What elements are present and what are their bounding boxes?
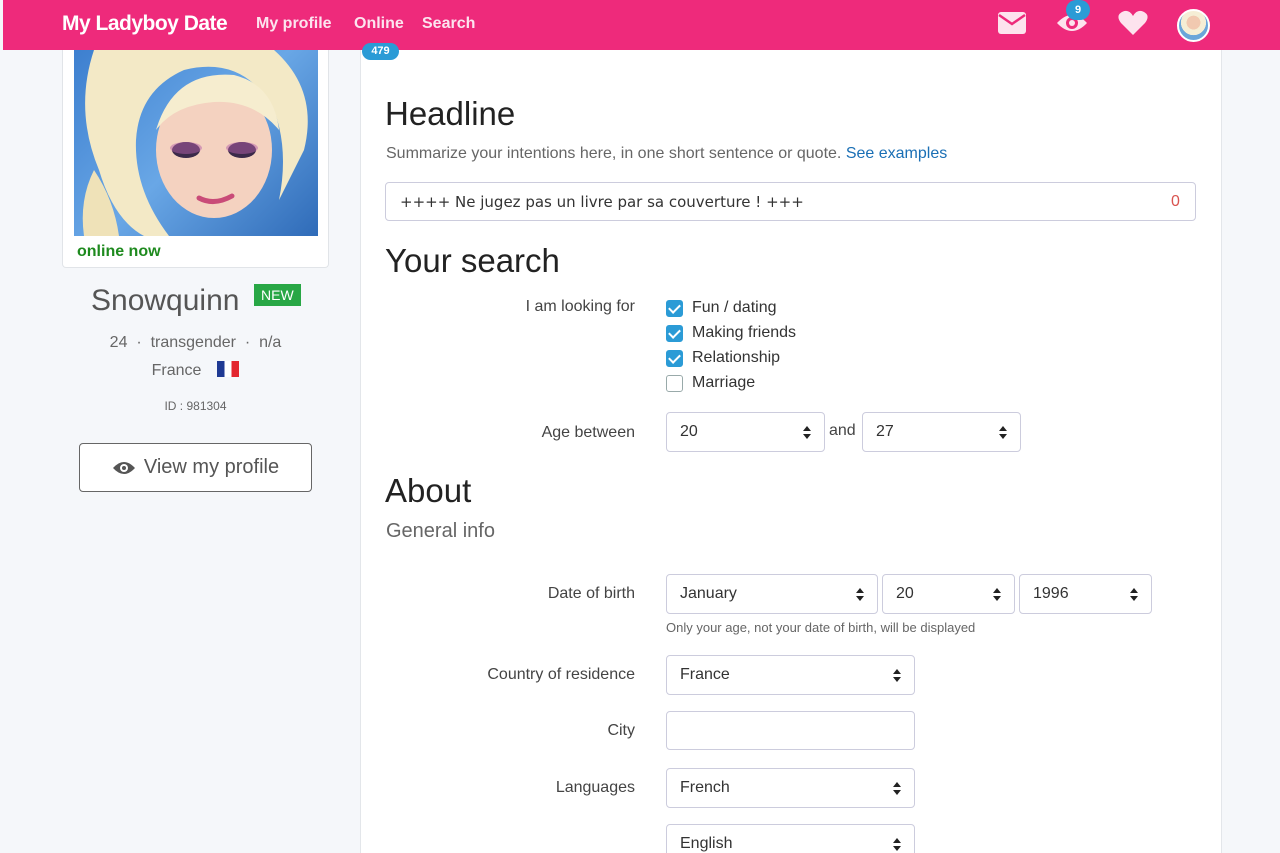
dob-help-text: Only your age, not your date of birth, w…	[666, 620, 976, 635]
see-examples-link[interactable]: See examples	[846, 145, 947, 162]
nav-my-profile[interactable]: My profile	[256, 15, 332, 33]
languages-label: Languages	[555, 779, 635, 796]
about-heading: About	[385, 472, 472, 509]
country-label: Country of residence	[487, 666, 635, 683]
checkbox-label: Fun / dating	[692, 299, 777, 316]
your-search-heading: Your search	[385, 242, 560, 279]
checkbox-marriage[interactable]: Marriage	[666, 374, 755, 392]
checkbox-checked-icon[interactable]	[666, 349, 683, 367]
checkbox-making-friends[interactable]: Making friends	[666, 324, 796, 342]
general-info-heading: General info	[386, 520, 495, 542]
checkbox-label: Relationship	[692, 349, 781, 366]
view-my-profile-button[interactable]: View my profile	[79, 443, 312, 492]
envelope-icon[interactable]	[998, 12, 1026, 34]
language-select-2[interactable]: English	[666, 824, 915, 853]
age-between-label: Age between	[541, 424, 635, 441]
dob-month-select[interactable]: January	[666, 574, 878, 614]
headline-input[interactable]: ++++ Ne jugez pas un livre par sa couver…	[385, 182, 1196, 221]
profile-photo[interactable]	[74, 50, 318, 236]
online-count-badge: 479	[362, 43, 399, 60]
checkbox-checked-icon[interactable]	[666, 324, 683, 342]
profile-country: France	[62, 361, 329, 380]
dob-year-select[interactable]: 1996	[1019, 574, 1152, 614]
online-status: online now	[77, 243, 161, 260]
checkbox-label: Making friends	[692, 324, 797, 341]
views-count-badge: 9	[1066, 0, 1090, 20]
nav-search[interactable]: Search	[422, 15, 475, 33]
user-avatar[interactable]	[1177, 9, 1210, 42]
checkbox-unchecked-icon[interactable]	[666, 374, 683, 392]
city-label: City	[607, 722, 635, 739]
username: Snowquinn	[91, 284, 240, 317]
profile-id: ID : 981304	[164, 399, 227, 413]
country-name: France	[151, 362, 202, 379]
eye-icon	[112, 461, 135, 474]
nav-online[interactable]: Online	[354, 15, 404, 33]
brand-logo[interactable]: My Ladyboy Date	[62, 12, 228, 36]
age-min-select[interactable]: 20	[666, 412, 825, 452]
language-select-1[interactable]: French	[666, 768, 915, 808]
dob-day-select[interactable]: 20	[882, 574, 1015, 614]
country-select[interactable]: France	[666, 655, 915, 695]
city-input[interactable]	[666, 711, 915, 750]
view-my-profile-label: View my profile	[143, 456, 280, 478]
new-badge: NEW	[254, 284, 301, 306]
profile-stats: 24 · transgender · n/a	[109, 334, 282, 351]
date-of-birth-label: Date of birth	[547, 585, 635, 602]
headline-heading: Headline	[385, 95, 516, 132]
headline-help: Summarize your intentions here, in one s…	[386, 145, 947, 163]
looking-for-label: I am looking for	[525, 298, 635, 315]
headline-help-text: Summarize your intentions here, in one s…	[386, 145, 842, 162]
age-max-select[interactable]: 27	[862, 412, 1021, 452]
and-text: and	[829, 422, 856, 439]
profile-photo-card: online now	[62, 50, 329, 268]
checkbox-label: Marriage	[692, 374, 756, 391]
heart-icon[interactable]	[1118, 10, 1148, 36]
checkbox-fun-dating[interactable]: Fun / dating	[666, 299, 777, 317]
france-flag-icon	[217, 361, 240, 377]
checkbox-checked-icon[interactable]	[666, 299, 683, 317]
char-counter: 0	[1171, 193, 1180, 210]
checkbox-relationship[interactable]: Relationship	[666, 349, 780, 367]
